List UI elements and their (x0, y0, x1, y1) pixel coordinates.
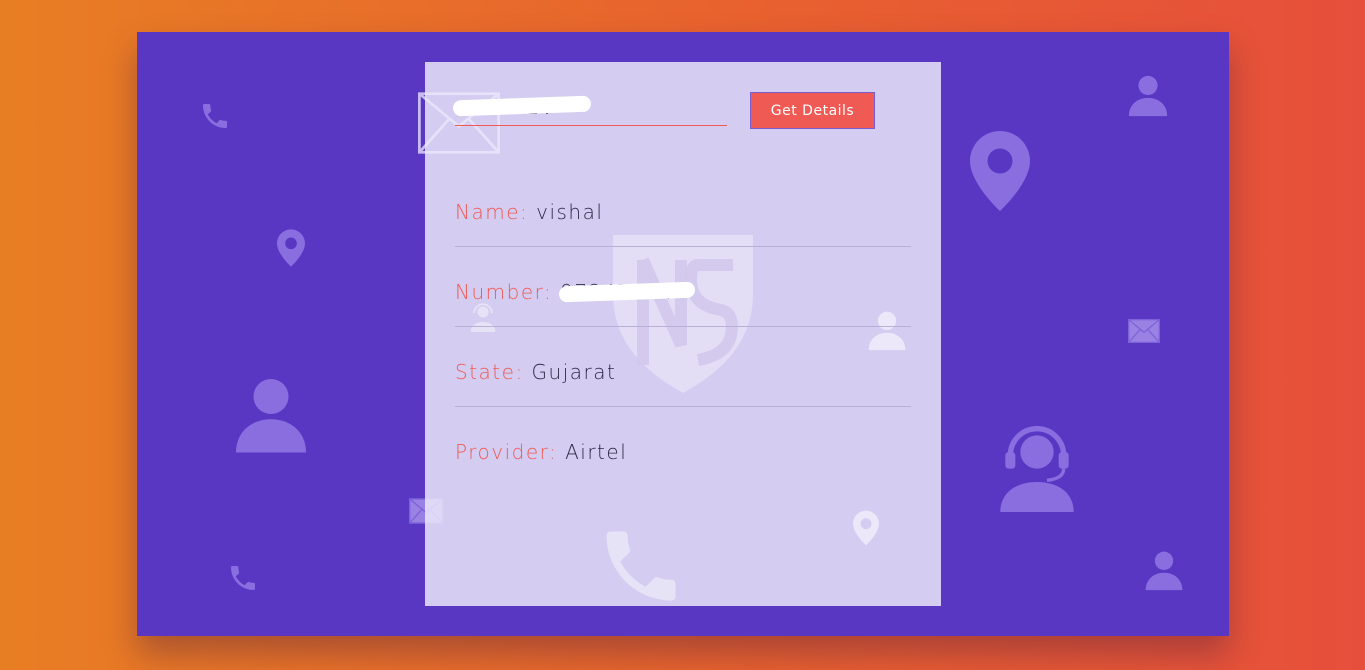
background-panel: Get Details Name: vishal Number: 9724712… (137, 32, 1229, 636)
divider (455, 406, 911, 407)
user-icon (1142, 548, 1186, 592)
name-value: vishal (536, 200, 604, 224)
user-icon (229, 372, 313, 456)
name-label: Name: (455, 200, 529, 224)
provider-label: Provider: (455, 440, 558, 464)
location-pin-icon (970, 130, 1030, 212)
user-icon (865, 308, 909, 357)
detail-row-name: Name: vishal (455, 200, 911, 224)
phone-icon (595, 520, 687, 606)
state-label: State: (455, 360, 524, 384)
detail-row-provider: Provider: Airtel (455, 440, 911, 464)
get-details-button[interactable]: Get Details (750, 92, 875, 129)
number-label: Number: (455, 280, 553, 304)
location-pin-icon (277, 229, 305, 267)
user-icon (1125, 72, 1171, 118)
location-pin-icon (853, 510, 879, 551)
headset-support-icon (997, 422, 1077, 512)
support-agent-icon (469, 302, 497, 337)
phone-icon (227, 562, 259, 594)
envelope-icon (1127, 319, 1161, 343)
provider-value: Airtel (565, 440, 628, 464)
divider (455, 326, 911, 327)
details-card: Get Details Name: vishal Number: 9724712… (425, 62, 941, 606)
state-value: Gujarat (531, 360, 617, 384)
divider (455, 246, 911, 247)
detail-row-state: State: Gujarat (455, 360, 911, 384)
phone-icon (199, 100, 231, 132)
